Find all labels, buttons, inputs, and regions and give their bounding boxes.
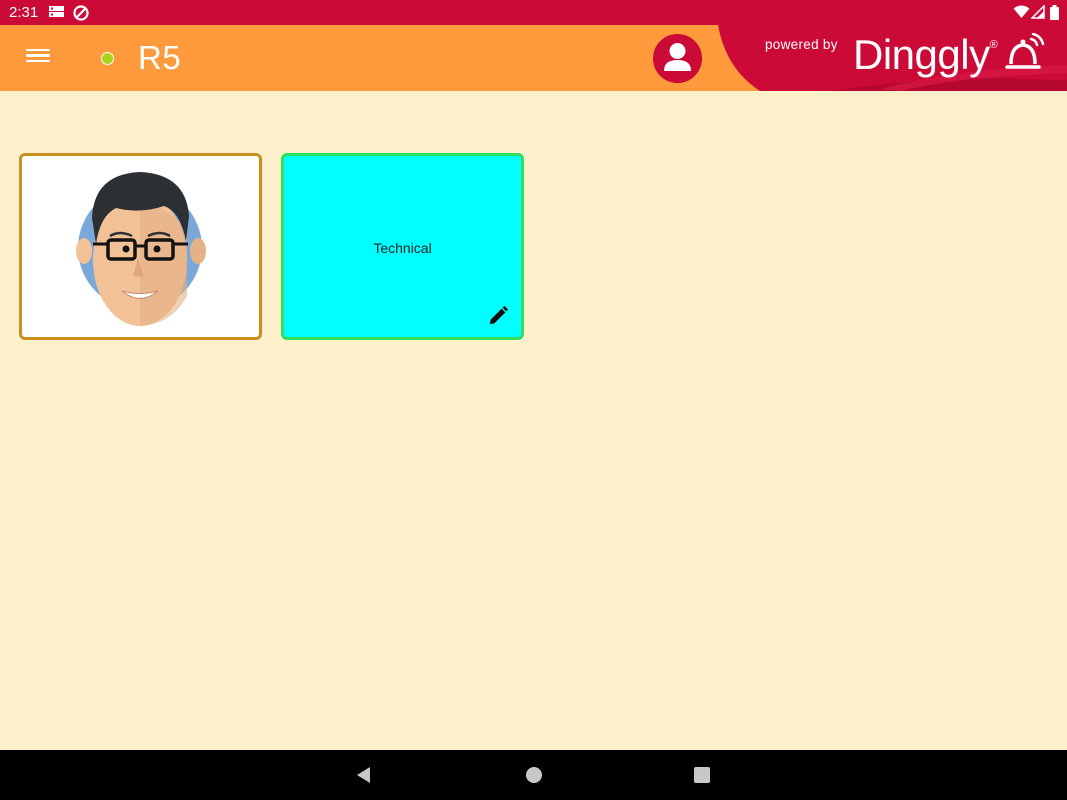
brand-logo: Dinggly®: [853, 31, 998, 79]
brand-name: Dinggly: [853, 31, 990, 78]
home-icon[interactable]: [523, 764, 545, 786]
edit-pencil-icon[interactable]: [487, 305, 509, 327]
person-avatar-card[interactable]: [19, 153, 262, 340]
server-icon: [49, 6, 64, 17]
menu-icon[interactable]: [26, 46, 50, 70]
no-disturb-icon: [73, 5, 89, 21]
online-status-dot: [101, 52, 114, 65]
card-label: Technical: [373, 240, 432, 256]
signal-icon: [1031, 5, 1045, 19]
registered-mark: ®: [989, 39, 998, 51]
status-bar: 2:31: [0, 0, 1067, 25]
battery-icon: [1050, 5, 1059, 20]
wifi-icon: [1013, 5, 1030, 18]
powered-by-label: powered by: [765, 37, 838, 52]
person-avatar-illustration: [76, 172, 206, 326]
user-icon: [664, 43, 691, 71]
page-title: R5: [138, 39, 182, 76]
status-time: 2:31: [9, 4, 39, 21]
recents-icon[interactable]: [691, 764, 713, 786]
bell-icon: [1005, 33, 1045, 69]
app-bar: R5 powered by Dinggly®: [0, 25, 1067, 91]
category-card-technical[interactable]: Technical: [281, 153, 524, 340]
back-icon[interactable]: [353, 764, 375, 786]
user-profile-button[interactable]: [651, 32, 704, 85]
system-nav-bar: [0, 750, 1067, 800]
